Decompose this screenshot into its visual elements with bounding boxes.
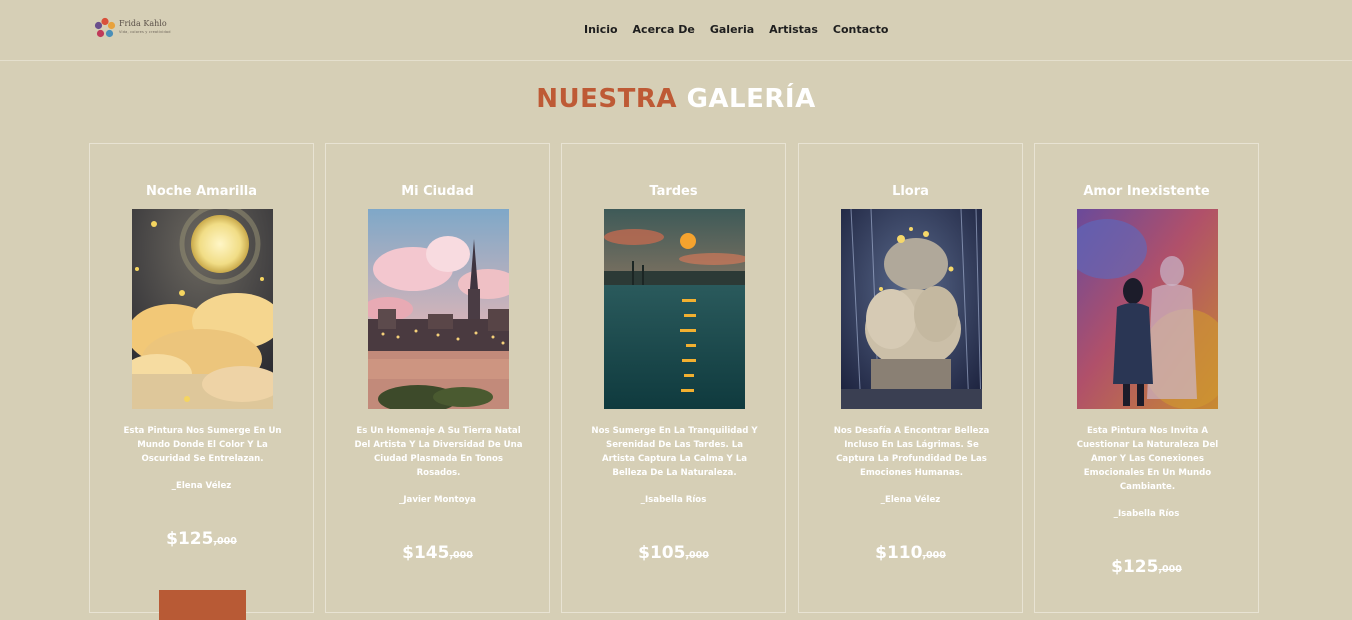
card-artist: _Elena Vélez	[171, 481, 232, 491]
price-cents: ,000	[213, 536, 237, 547]
artwork-image[interactable]	[368, 209, 509, 409]
price-amount: $105	[638, 543, 686, 563]
card-description: Esta Pintura Nos Invita A Cuestionar La …	[1076, 426, 1219, 492]
buy-button[interactable]	[159, 590, 246, 620]
artwork-llora	[841, 209, 982, 409]
card-description: Es Un Homenaje A Su Tierra Natal Del Art…	[354, 426, 523, 478]
gallery-card-llora: Llora Nos Desafía A Encontrar Belleza In…	[798, 143, 1023, 613]
price-cents: ,000	[449, 550, 473, 561]
card-price: $145,000	[326, 543, 549, 563]
artwork-mi-ciudad	[368, 209, 509, 409]
brand-tagline: Vida, colores y creatividad	[119, 30, 171, 34]
card-title: Mi Ciudad	[401, 184, 474, 199]
nav-item-contacto[interactable]: Contacto	[833, 22, 888, 38]
card-price: $105,000	[562, 543, 785, 563]
artwork-tardes	[604, 209, 745, 409]
site-header: Frida Kahlo Vida, colores y creatividad …	[0, 0, 1352, 61]
card-description: Nos Desafía A Encontrar Belleza Incluso …	[833, 426, 990, 478]
nav-item-acerca-de[interactable]: Acerca De	[633, 22, 695, 38]
price-amount: $145	[402, 543, 450, 563]
gallery-card-noche-amarilla: Noche Amarilla Esta Pintura Nos Sumerge …	[89, 143, 314, 620]
price-amount: $125	[1111, 557, 1159, 577]
main-nav: Inicio Acerca De Galeria Artistas Contac…	[584, 22, 888, 38]
gallery-title-part2: GALERÍA	[686, 84, 816, 114]
nav-item-galeria[interactable]: Galeria	[710, 22, 754, 38]
brand-name: Frida Kahlo	[119, 19, 167, 28]
card-description: Esta Pintura Nos Sumerge En Un Mundo Don…	[123, 426, 282, 464]
brand-logo[interactable]: Frida Kahlo Vida, colores y creatividad	[94, 16, 174, 40]
nav-item-inicio[interactable]: Inicio	[584, 22, 618, 38]
card-price: $125,000	[1035, 557, 1258, 577]
card-artist: _Isabella Ríos	[1113, 509, 1180, 519]
card-artist: _Isabella Ríos	[640, 495, 707, 505]
gallery-title: NUESTRA GALERÍA	[0, 84, 1352, 114]
card-artist: _Elena Vélez	[880, 495, 941, 505]
gallery-card-amor-inexistente: Amor Inexistente Esta Pintura Nos Invita…	[1034, 143, 1259, 613]
card-artist: _Javier Montoya	[399, 495, 476, 505]
nav-item-artistas[interactable]: Artistas	[769, 22, 818, 38]
artwork-image[interactable]	[604, 209, 745, 409]
gallery-card-tardes: Tardes Nos Sumerge En La Tranquilidad Y …	[561, 143, 786, 613]
card-title: Llora	[892, 184, 929, 199]
price-cents: ,000	[685, 550, 709, 561]
artwork-noche-amarilla	[132, 209, 273, 409]
gallery-title-part1: NUESTRA	[536, 84, 678, 114]
gallery-card-mi-ciudad: Mi Ciudad Es Un Homenaje A Su Tierra Nat…	[325, 143, 550, 613]
card-title: Amor Inexistente	[1083, 184, 1210, 199]
card-price: $125,000	[90, 529, 313, 549]
card-description: Nos Sumerge En La Tranquilidad Y Serenid…	[591, 426, 758, 478]
card-title: Noche Amarilla	[145, 184, 258, 199]
price-cents: ,000	[922, 550, 946, 561]
artwork-amor-inexistente	[1077, 209, 1218, 409]
price-cents: ,000	[1158, 564, 1182, 575]
card-title: Tardes	[649, 184, 698, 199]
price-amount: $125	[166, 529, 214, 549]
artwork-image[interactable]	[132, 209, 273, 409]
artwork-image[interactable]	[841, 209, 982, 409]
price-amount: $110	[875, 543, 923, 563]
artwork-image[interactable]	[1077, 209, 1218, 409]
logo-flower-icon	[94, 17, 116, 38]
card-price: $110,000	[799, 543, 1022, 563]
